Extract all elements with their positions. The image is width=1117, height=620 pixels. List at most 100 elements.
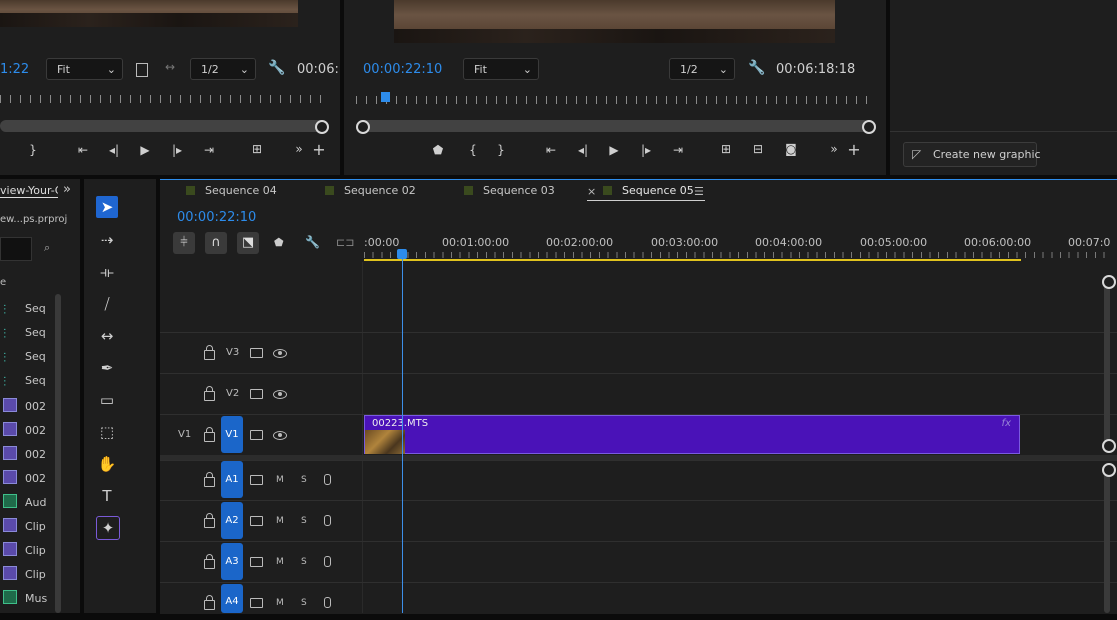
track-target-a3[interactable]: A3 [221,543,243,580]
tab-sequence-03[interactable]: Sequence 03 [464,184,555,197]
project-list-item[interactable]: 002 [0,446,46,461]
pen-tool-icon[interactable]: ✒ [96,357,118,379]
video-clip-00223[interactable]: 00223.MTS fx [364,415,1020,454]
captions-icon[interactable]: ⊏⊐ [336,236,354,249]
project-tab-title[interactable]: view-Your-Cl [0,184,58,198]
playhead-handle[interactable] [397,249,407,259]
track-target-a2[interactable]: A2 [221,502,243,539]
create-new-graphic-button[interactable]: ◸ Create new graphic [903,142,1041,167]
more-controls-icon[interactable]: » [825,142,843,156]
column-header-name[interactable]: e [0,277,6,288]
go-to-out-icon[interactable]: ⇥ [669,143,687,157]
project-list-item[interactable]: ⫶ Seq [0,302,46,318]
eye-icon[interactable] [273,431,287,440]
audio-scroll-handle-top[interactable] [1102,463,1116,477]
add-marker-icon[interactable]: ⬟ [429,143,447,157]
tab-sequence-05[interactable]: Sequence 05 [603,184,694,197]
source-timecode[interactable]: 1:22 [0,62,29,77]
go-to-out-icon[interactable]: ⇥ [200,143,218,157]
project-list-item[interactable]: Clip [0,518,46,533]
playhead-line[interactable] [402,259,403,613]
microphone-icon[interactable] [324,515,331,526]
snap-magnet-icon[interactable]: ∩ [205,232,227,254]
source-fit-dropdown[interactable]: Fit ⌄ [46,58,123,80]
linked-selection-icon[interactable]: ⬔ [237,232,259,254]
mute-button[interactable]: M [276,598,284,608]
ripple-edit-tool-icon[interactable]: ⟛ [96,261,118,283]
eye-icon[interactable] [273,390,287,399]
lock-icon[interactable] [204,595,215,610]
project-list-item[interactable]: ⫶ Seq [0,350,46,366]
project-list-item[interactable]: Mus [0,590,47,605]
wrench-icon[interactable]: 🔧 [268,60,285,76]
step-back-icon[interactable]: ◂| [574,143,592,157]
step-back-icon[interactable]: ◂| [105,143,123,157]
sync-lock-film-icon[interactable] [250,389,263,399]
project-list-item[interactable]: ⫶ Seq [0,374,46,390]
microphone-icon[interactable] [324,556,331,567]
program-scroll-handle-left[interactable] [356,120,370,134]
sync-lock-film-icon[interactable] [250,430,263,440]
go-to-in-icon[interactable]: ⇤ [542,143,560,157]
mark-out-icon[interactable]: } [492,143,510,157]
step-forward-icon[interactable]: |▸ [637,143,655,157]
mute-button[interactable]: M [276,557,284,567]
rectangle-tool-icon[interactable]: ▭ [96,389,118,411]
work-area-bar[interactable] [364,259,1021,261]
slip-tool-icon[interactable]: ↔ [96,325,118,347]
timeline-ruler[interactable] [364,252,1107,258]
sync-lock-film-icon[interactable] [250,598,263,608]
project-list-item[interactable]: 002 [0,422,46,437]
razor-tool-icon[interactable]: ⧸ [96,293,118,315]
export-frame-icon[interactable] [136,63,148,77]
lift-icon[interactable]: ⊞ [717,142,735,156]
type-tool-icon[interactable]: T [96,485,118,507]
project-search-input[interactable] [0,237,32,261]
timeline-timecode[interactable]: 00:00:22:10 [177,210,256,225]
track-target-a4[interactable]: A4 [221,584,243,613]
program-playhead-marker[interactable] [381,92,390,102]
mark-out-icon[interactable]: } [24,143,42,157]
solo-button[interactable]: S [301,557,307,567]
lock-icon[interactable] [204,513,215,528]
program-resolution-dropdown[interactable]: 1/2 ⌄ [669,58,735,80]
solo-button[interactable]: S [301,598,307,608]
sync-lock-film-icon[interactable] [250,348,263,358]
sync-lock-film-icon[interactable] [250,557,263,567]
extract-icon[interactable]: ⊟ [749,142,767,156]
source-scroll-handle[interactable] [315,120,329,134]
project-list-item[interactable]: 002 [0,398,46,413]
search-bin-icon[interactable]: ⌕ [44,241,50,255]
go-to-in-icon[interactable]: ⇤ [74,143,92,157]
source-resolution-dropdown[interactable]: 1/2 ⌄ [190,58,256,80]
close-tab-icon[interactable]: × [587,185,596,198]
solo-button[interactable]: S [301,475,307,485]
wrench-icon[interactable]: 🔧 [748,60,765,76]
mark-in-icon[interactable]: { [464,143,482,157]
program-scroll-handle-right[interactable] [862,120,876,134]
project-list-item[interactable]: Clip [0,542,46,557]
project-list-item[interactable]: Aud [0,494,46,509]
more-controls-icon[interactable]: » [290,142,308,156]
source-patch-v1[interactable]: V1 [178,429,191,440]
project-list-item[interactable]: ⫶ Seq [0,326,46,342]
track-target-a1[interactable]: A1 [221,461,243,498]
sync-lock-film-icon[interactable] [250,475,263,485]
mute-button[interactable]: M [276,516,284,526]
tab-sequence-04[interactable]: Sequence 04 [186,184,277,197]
audio-tracks-scrollbar[interactable] [1104,466,1110,613]
mute-button[interactable]: M [276,475,284,485]
lock-icon[interactable] [204,472,215,487]
program-timecode[interactable]: 00:00:22:10 [363,62,442,77]
lock-icon[interactable] [204,386,215,401]
project-scrollbar[interactable] [55,294,61,613]
step-forward-icon[interactable]: |▸ [168,143,186,157]
track-select-tool-icon[interactable]: ⇢ [96,229,118,251]
program-fit-dropdown[interactable]: Fit ⌄ [463,58,539,80]
insert-icon[interactable]: ⊞ [248,142,266,156]
lock-icon[interactable] [204,427,215,442]
microphone-icon[interactable] [324,597,331,608]
hand-tool-icon[interactable]: ✋ [96,453,118,475]
eye-icon[interactable] [273,349,287,358]
play-icon[interactable]: ▶ [605,143,623,157]
